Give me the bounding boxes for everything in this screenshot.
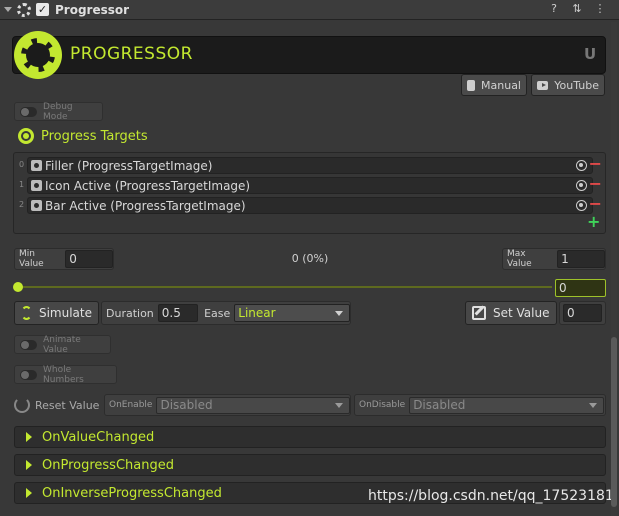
object-field-label: Icon Active (ProgressTargetImage) [45,178,251,193]
script-icon [31,200,42,211]
duration-label: Duration [106,306,154,320]
on-disable-dropdown[interactable]: Disabled [409,396,605,414]
foldout-arrow-icon [26,432,32,442]
add-item-button[interactable]: + [587,214,600,230]
object-field-label: Bar Active (ProgressTargetImage) [45,198,246,213]
presets-icon[interactable]: ⇅ [570,2,584,16]
list-item: 2 Bar Active (ProgressTargetImage) − [14,196,607,214]
value-slider-track[interactable] [18,286,552,288]
on-enable-label: OnEnable [109,400,153,410]
brand-logo: U [584,45,597,63]
max-value-label: Max Value [507,249,532,269]
foldout-arrow-icon [26,488,32,498]
simulate-button[interactable]: Simulate [14,301,99,325]
progressor-component-icon [17,2,31,17]
manual-button[interactable]: Manual [461,74,527,96]
object-field[interactable]: Bar Active (ProgressTargetImage) [27,197,593,214]
youtube-icon [537,80,549,90]
on-disable-group: OnDisable Disabled [354,394,606,416]
list-item: 0 Filler (ProgressTargetImage) − [14,156,607,174]
object-picker-icon[interactable] [576,160,587,171]
remove-item-button[interactable]: − [589,196,602,212]
object-field[interactable]: Filler (ProgressTargetImage) [27,157,593,174]
banner-title: PROGRESSOR [70,44,193,64]
toggle-switch-icon [20,106,38,117]
list-item: 1 Icon Active (ProgressTargetImage) − [14,176,607,194]
ease-label: Ease [204,306,231,320]
slider-value-input[interactable]: 0 [555,279,606,297]
event-on-value-changed[interactable]: OnValueChanged [14,426,606,448]
list-item-index: 1 [19,180,25,189]
reset-value-row: Reset Value [14,394,99,416]
scrollbar-thumb[interactable] [611,337,617,507]
progress-readout: 0 (0%) [291,252,329,265]
progress-targets-list: 0 Filler (ProgressTargetImage) − 1 Icon … [13,152,606,234]
value-slider-handle[interactable] [13,282,23,292]
event-label: OnInverseProgressChanged [42,485,222,501]
set-value-button[interactable]: Set Value [465,301,557,325]
remove-item-button[interactable]: − [589,156,602,172]
event-on-progress-changed[interactable]: OnProgressChanged [14,454,606,476]
max-value-input[interactable]: 1 [557,250,605,268]
animate-value-toggle[interactable]: Animate Value [14,334,111,355]
object-picker-icon[interactable] [576,180,587,191]
event-label: OnValueChanged [42,429,155,445]
progressor-logo-icon [14,31,62,79]
toggle-switch-icon [20,339,38,350]
inspector-scrollbar[interactable] [611,22,617,516]
event-label: OnProgressChanged [42,457,174,473]
toggle-switch-icon [20,369,38,380]
ease-dropdown[interactable]: Linear [234,304,350,322]
animate-value-label: Animate Value [43,334,81,355]
on-enable-dropdown[interactable]: Disabled [156,396,350,414]
min-value-group: Min Value 0 [14,248,114,270]
component-title: Progressor [55,2,130,17]
debug-mode-label: Debug Mode [43,101,73,122]
list-item-index: 0 [19,160,25,169]
simulate-label: Simulate [38,306,92,320]
context-menu-icon[interactable]: ⋮ [593,2,607,16]
manual-label: Manual [481,78,521,92]
list-item-index: 2 [19,200,25,209]
debug-mode-toggle[interactable]: Debug Mode [14,101,103,122]
component-enabled-checkbox[interactable]: ✓ [36,3,49,16]
progress-targets-title: Progress Targets [41,128,148,144]
watermark: https://blog.csdn.net/qq_17523181 [368,488,614,504]
set-value-input[interactable]: 0 [563,304,602,322]
whole-numbers-toggle[interactable]: Whole Numbers [14,364,117,385]
max-value-group: Max Value 1 [502,248,606,270]
edit-icon [472,306,486,320]
object-field[interactable]: Icon Active (ProgressTargetImage) [27,177,593,194]
book-icon [467,79,476,91]
help-icon[interactable]: ? [547,2,561,16]
min-value-input[interactable]: 0 [65,250,113,268]
set-value-group: 0 [559,301,606,325]
on-disable-label: OnDisable [359,400,406,410]
foldout-arrow-icon [26,460,32,470]
remove-item-button[interactable]: − [589,176,602,192]
progress-targets-header: Progress Targets [18,128,148,144]
progress-target-icon [18,128,34,144]
youtube-button[interactable]: YouTube [531,74,605,96]
refresh-icon [21,306,32,320]
object-picker-icon[interactable] [576,200,587,211]
min-value-label: Min Value [19,249,44,269]
on-enable-group: OnEnable Disabled [104,394,351,416]
component-header: ✓ Progressor ? ⇅ ⋮ [0,0,619,20]
reset-value-label: Reset Value [35,398,100,412]
object-field-label: Filler (ProgressTargetImage) [45,158,213,173]
reset-icon [14,397,30,413]
foldout-arrow-icon[interactable] [4,7,12,12]
set-value-label: Set Value [493,306,550,320]
simulate-settings: Duration 0.5 Ease Linear [101,301,351,325]
youtube-label: YouTube [554,78,599,92]
duration-input[interactable]: 0.5 [157,304,199,322]
script-icon [31,180,42,191]
whole-numbers-label: Whole Numbers [43,364,84,385]
script-icon [31,160,42,171]
